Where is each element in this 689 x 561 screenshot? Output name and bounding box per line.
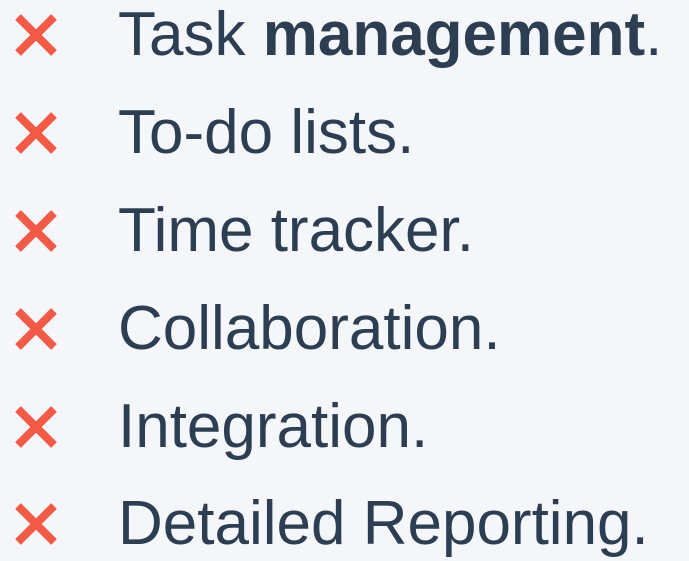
list-item: Detailed Reporting.	[0, 476, 689, 561]
list-item: Integration.	[0, 379, 689, 475]
list-item: Task management.	[0, 0, 689, 83]
cross-icon	[15, 14, 57, 56]
feature-label: Collaboration.	[118, 294, 501, 363]
feature-label: Detailed Reporting.	[118, 489, 649, 558]
cross-icon	[15, 210, 57, 252]
cross-icon	[15, 406, 57, 448]
cross-icon	[15, 503, 57, 545]
feature-bold-text: management	[262, 0, 646, 69]
feature-label: Time tracker.	[118, 196, 474, 265]
cross-icon	[15, 112, 57, 154]
feature-list: Task management. To-do lists. Time track…	[0, 0, 689, 561]
list-item: To-do lists.	[0, 85, 689, 181]
feature-label: Integration.	[118, 392, 429, 461]
list-item: Collaboration.	[0, 281, 689, 377]
feature-label: To-do lists.	[118, 98, 415, 167]
list-item: Time tracker.	[0, 183, 689, 279]
feature-label: Task management.	[118, 0, 663, 69]
cross-icon	[15, 308, 57, 350]
